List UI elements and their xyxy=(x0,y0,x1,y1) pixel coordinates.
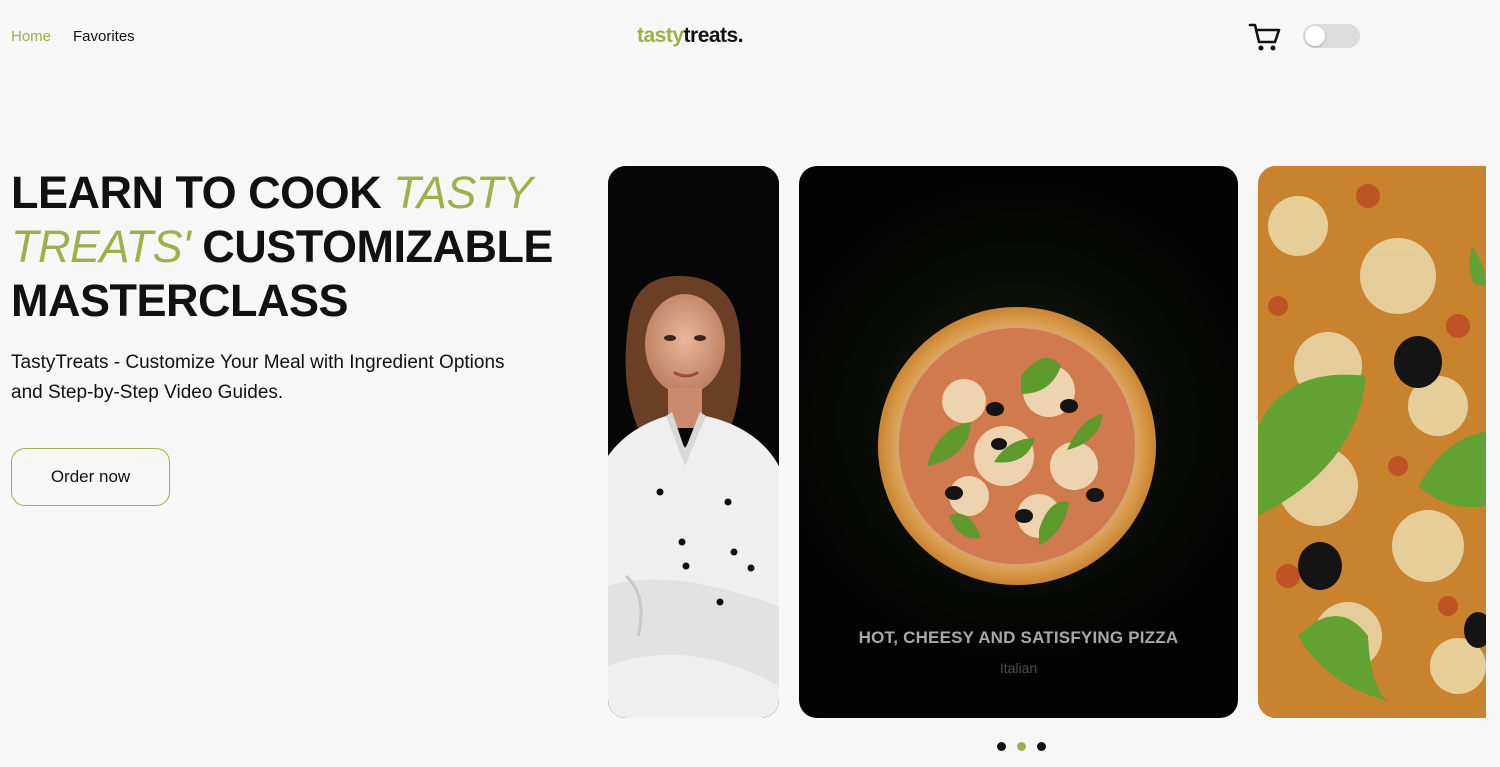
hero-description: TastyTreats - Customize Your Meal with I… xyxy=(11,352,505,403)
slider-dot-1[interactable] xyxy=(997,742,1006,751)
theme-toggle[interactable] xyxy=(1303,24,1360,48)
toggle-knob xyxy=(1305,26,1325,46)
order-now-button[interactable]: Order now xyxy=(11,448,170,506)
slider-dots xyxy=(997,742,1046,751)
hero-title-part1: LEARN TO COOK xyxy=(11,167,394,218)
slide-pizza-closeup[interactable] xyxy=(1258,166,1486,718)
slide-chef[interactable] xyxy=(608,166,779,718)
pizza-closeup-image xyxy=(1258,166,1486,718)
pizza-image xyxy=(878,307,1156,585)
slider-dot-3[interactable] xyxy=(1037,742,1046,751)
cart-icon xyxy=(1248,23,1281,51)
logo-part1: tasty xyxy=(637,24,684,47)
slide-subtitle: Italian xyxy=(999,660,1038,676)
hero-title: LEARN TO COOK TASTY TREATS' CUSTOMIZABLE… xyxy=(11,166,591,328)
logo[interactable]: tastytreats. xyxy=(637,24,744,48)
chef-image xyxy=(608,166,779,718)
slide-pizza[interactable]: HOT, CHEESY AND SATISFYING PIZZA Italian xyxy=(799,166,1238,718)
slider-dot-2[interactable] xyxy=(1017,742,1026,751)
slide-title: HOT, CHEESY AND SATISFYING PIZZA xyxy=(858,628,1179,647)
nav-favorites[interactable]: Favorites xyxy=(73,28,135,45)
cart-button[interactable] xyxy=(1248,21,1282,53)
nav-home[interactable]: Home xyxy=(11,28,51,45)
logo-part2: treats. xyxy=(683,24,744,47)
